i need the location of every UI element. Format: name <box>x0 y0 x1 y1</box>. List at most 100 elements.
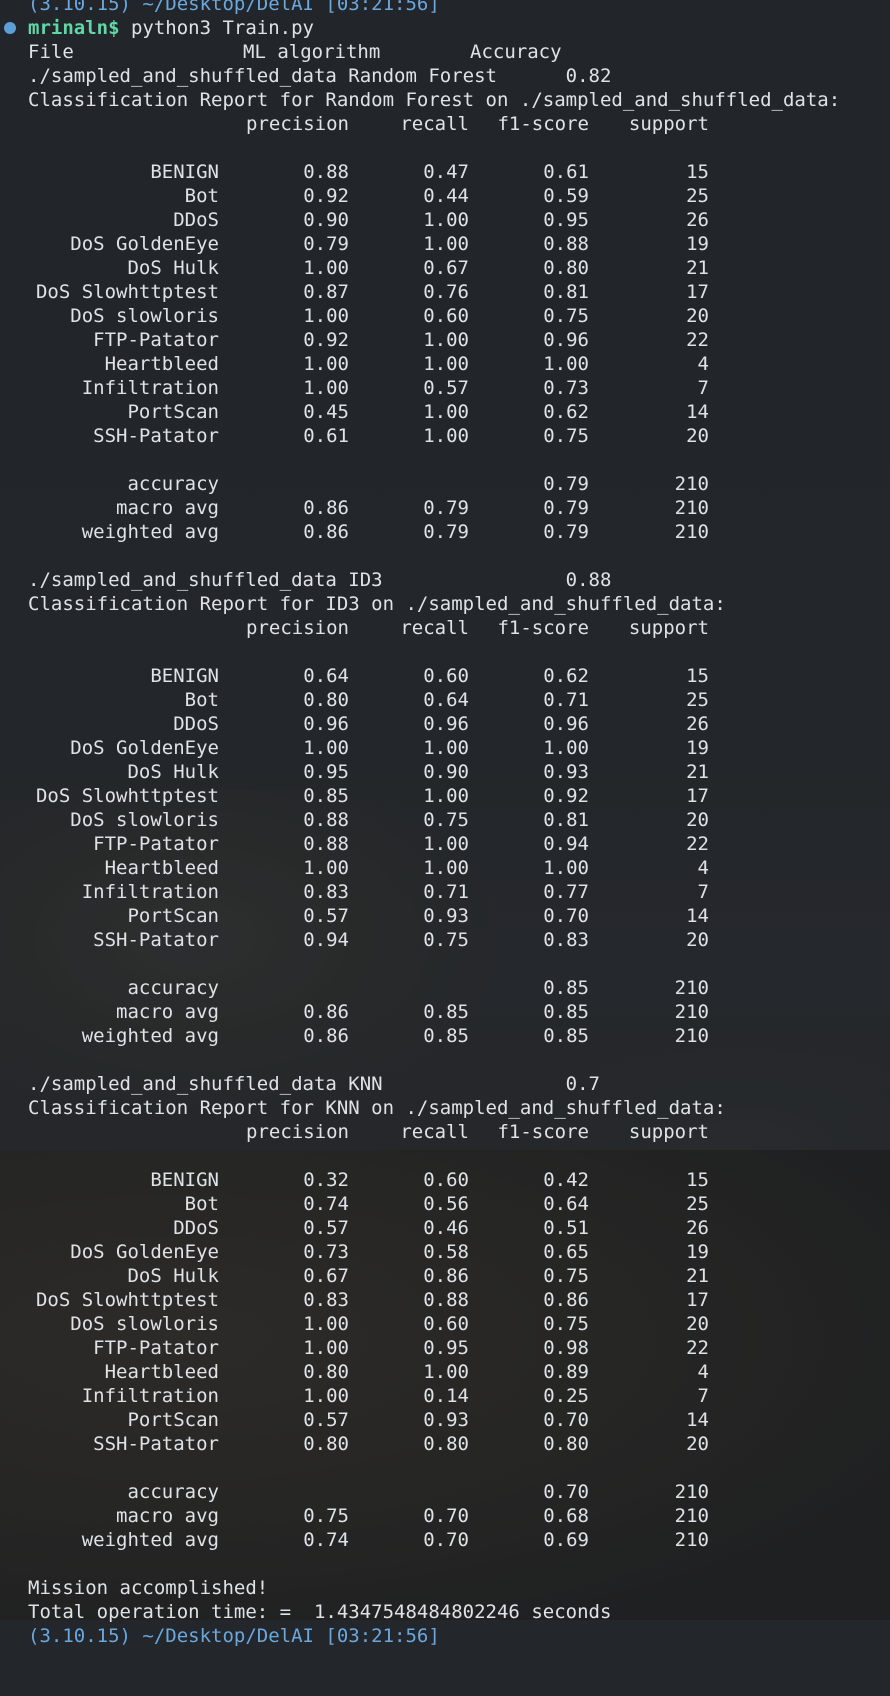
report-summary-line: ./sampled_and_shuffled_data ID3 0.88 <box>0 568 890 592</box>
row-precision: 0.94 <box>303 929 349 951</box>
row-label: DoS slowloris <box>70 809 219 831</box>
row-precision: 0.86 <box>303 1001 349 1023</box>
report-row: DoS slowloris 1.00 0.60 0.75 20 <box>0 304 890 328</box>
report-summary-line: ./sampled_and_shuffled_data Random Fores… <box>0 64 890 88</box>
row-label: PortScan <box>127 401 219 423</box>
top-fragment-line: (3.10.15) ~/Desktop/DelAI [03:21:56] <box>0 0 890 16</box>
report-row: FTP-Patator 0.92 1.00 0.96 22 <box>0 328 890 352</box>
row-recall: 0.95 <box>423 1337 469 1359</box>
row-label: Infiltration <box>81 377 219 399</box>
row-f1-score: 0.70 <box>543 1409 589 1431</box>
row-precision: 0.86 <box>303 497 349 519</box>
row-f1-score: 0.71 <box>543 689 589 711</box>
row-precision: 0.92 <box>303 329 349 351</box>
row-f1-score: 0.64 <box>543 1193 589 1215</box>
row-f1-score: 1.00 <box>543 737 589 759</box>
row-support: 21 <box>686 1265 709 1287</box>
macro-avg-row: macro avg 0.86 0.85 0.85 210 <box>0 1000 890 1024</box>
report-row: Heartbleed 1.00 1.00 1.00 4 <box>0 352 890 376</box>
header-recall: recall <box>400 1121 469 1143</box>
row-f1-score: 0.59 <box>543 185 589 207</box>
terminal-output[interactable]: (3.10.15) ~/Desktop/DelAI [03:21:56] mri… <box>0 0 890 1648</box>
row-label: DoS Hulk <box>127 257 219 279</box>
row-label: weighted avg <box>81 521 219 543</box>
row-support: 20 <box>686 425 709 447</box>
bottom-fragment: (3.10.15) ~/Desktop/DelAI [03:21:56] <box>28 1625 440 1647</box>
row-support: 210 <box>674 497 709 519</box>
row-label: FTP-Patator <box>93 833 219 855</box>
row-support: 25 <box>686 689 709 711</box>
row-support: 25 <box>686 185 709 207</box>
report-row: DDoS 0.96 0.96 0.96 26 <box>0 712 890 736</box>
row-support: 22 <box>686 329 709 351</box>
row-f1-score: 1.00 <box>543 857 589 879</box>
row-support: 26 <box>686 209 709 231</box>
row-recall: 1.00 <box>423 329 469 351</box>
report-row: SSH-Patator 0.61 1.00 0.75 20 <box>0 424 890 448</box>
row-recall: 0.56 <box>423 1193 469 1215</box>
row-f1-score: 0.95 <box>543 209 589 231</box>
row-precision: 0.92 <box>303 185 349 207</box>
report-row: Infiltration 1.00 0.14 0.25 7 <box>0 1384 890 1408</box>
row-label: DoS slowloris <box>70 1313 219 1335</box>
row-recall: 0.60 <box>423 1169 469 1191</box>
report-title-line: Classification Report for Random Forest … <box>0 88 890 112</box>
header-f1-score: f1-score <box>497 1121 589 1143</box>
report-row: PortScan 0.57 0.93 0.70 14 <box>0 1408 890 1432</box>
row-label: SSH-Patator <box>93 929 219 951</box>
row-precision: 0.80 <box>303 1361 349 1383</box>
row-support: 15 <box>686 665 709 687</box>
accuracy-row: accuracy 0.70 210 <box>0 1480 890 1504</box>
row-label: Infiltration <box>81 1385 219 1407</box>
row-f1-score: 0.73 <box>543 377 589 399</box>
row-precision: 0.88 <box>303 161 349 183</box>
row-support: 17 <box>686 785 709 807</box>
row-recall: 0.14 <box>423 1385 469 1407</box>
row-f1-score: 0.79 <box>543 473 589 495</box>
row-recall: 0.64 <box>423 689 469 711</box>
row-precision: 0.95 <box>303 761 349 783</box>
row-f1-score: 0.83 <box>543 929 589 951</box>
report-row: DoS Hulk 0.95 0.90 0.93 21 <box>0 760 890 784</box>
row-recall: 1.00 <box>423 857 469 879</box>
header-recall: recall <box>400 113 469 135</box>
row-precision: 0.61 <box>303 425 349 447</box>
header-precision: precision <box>246 113 349 135</box>
row-precision: 0.96 <box>303 713 349 735</box>
row-precision: 0.83 <box>303 1289 349 1311</box>
row-label: weighted avg <box>81 1529 219 1551</box>
time-line: Total operation time: = 1.43475484848022… <box>0 1600 890 1624</box>
row-support: 19 <box>686 737 709 759</box>
row-f1-score: 0.98 <box>543 1337 589 1359</box>
row-recall: 0.70 <box>423 1505 469 1527</box>
accuracy-row: accuracy 0.85 210 <box>0 976 890 1000</box>
row-f1-score: 0.70 <box>543 1481 589 1503</box>
row-recall: 0.58 <box>423 1241 469 1263</box>
row-label: DoS GoldenEye <box>70 233 219 255</box>
row-label: DDoS <box>173 209 219 231</box>
row-label: Heartbleed <box>104 1361 219 1383</box>
classification-reports: ./sampled_and_shuffled_data Random Fores… <box>0 64 890 1552</box>
row-label: DoS Hulk <box>127 761 219 783</box>
row-support: 14 <box>686 1409 709 1431</box>
report-row: DoS Slowhttptest 0.85 1.00 0.92 17 <box>0 784 890 808</box>
row-precision: 0.57 <box>303 905 349 927</box>
report-row: Bot 0.92 0.44 0.59 25 <box>0 184 890 208</box>
row-precision: 0.88 <box>303 809 349 831</box>
row-precision: 0.90 <box>303 209 349 231</box>
row-recall: 0.90 <box>423 761 469 783</box>
report-header-line: precision recall f1-score support <box>0 1120 890 1144</box>
row-f1-score: 0.96 <box>543 329 589 351</box>
report-row: Heartbleed 0.80 1.00 0.89 4 <box>0 1360 890 1384</box>
row-precision: 1.00 <box>303 257 349 279</box>
row-label: Bot <box>184 689 219 711</box>
row-label: DoS Slowhttptest <box>35 281 219 303</box>
row-label: Infiltration <box>81 881 219 903</box>
row-f1-score: 0.88 <box>543 233 589 255</box>
row-label: Heartbleed <box>104 353 219 375</box>
row-recall: 0.71 <box>423 881 469 903</box>
summary-header-accuracy: Accuracy <box>470 41 562 63</box>
row-label: Bot <box>184 1193 219 1215</box>
